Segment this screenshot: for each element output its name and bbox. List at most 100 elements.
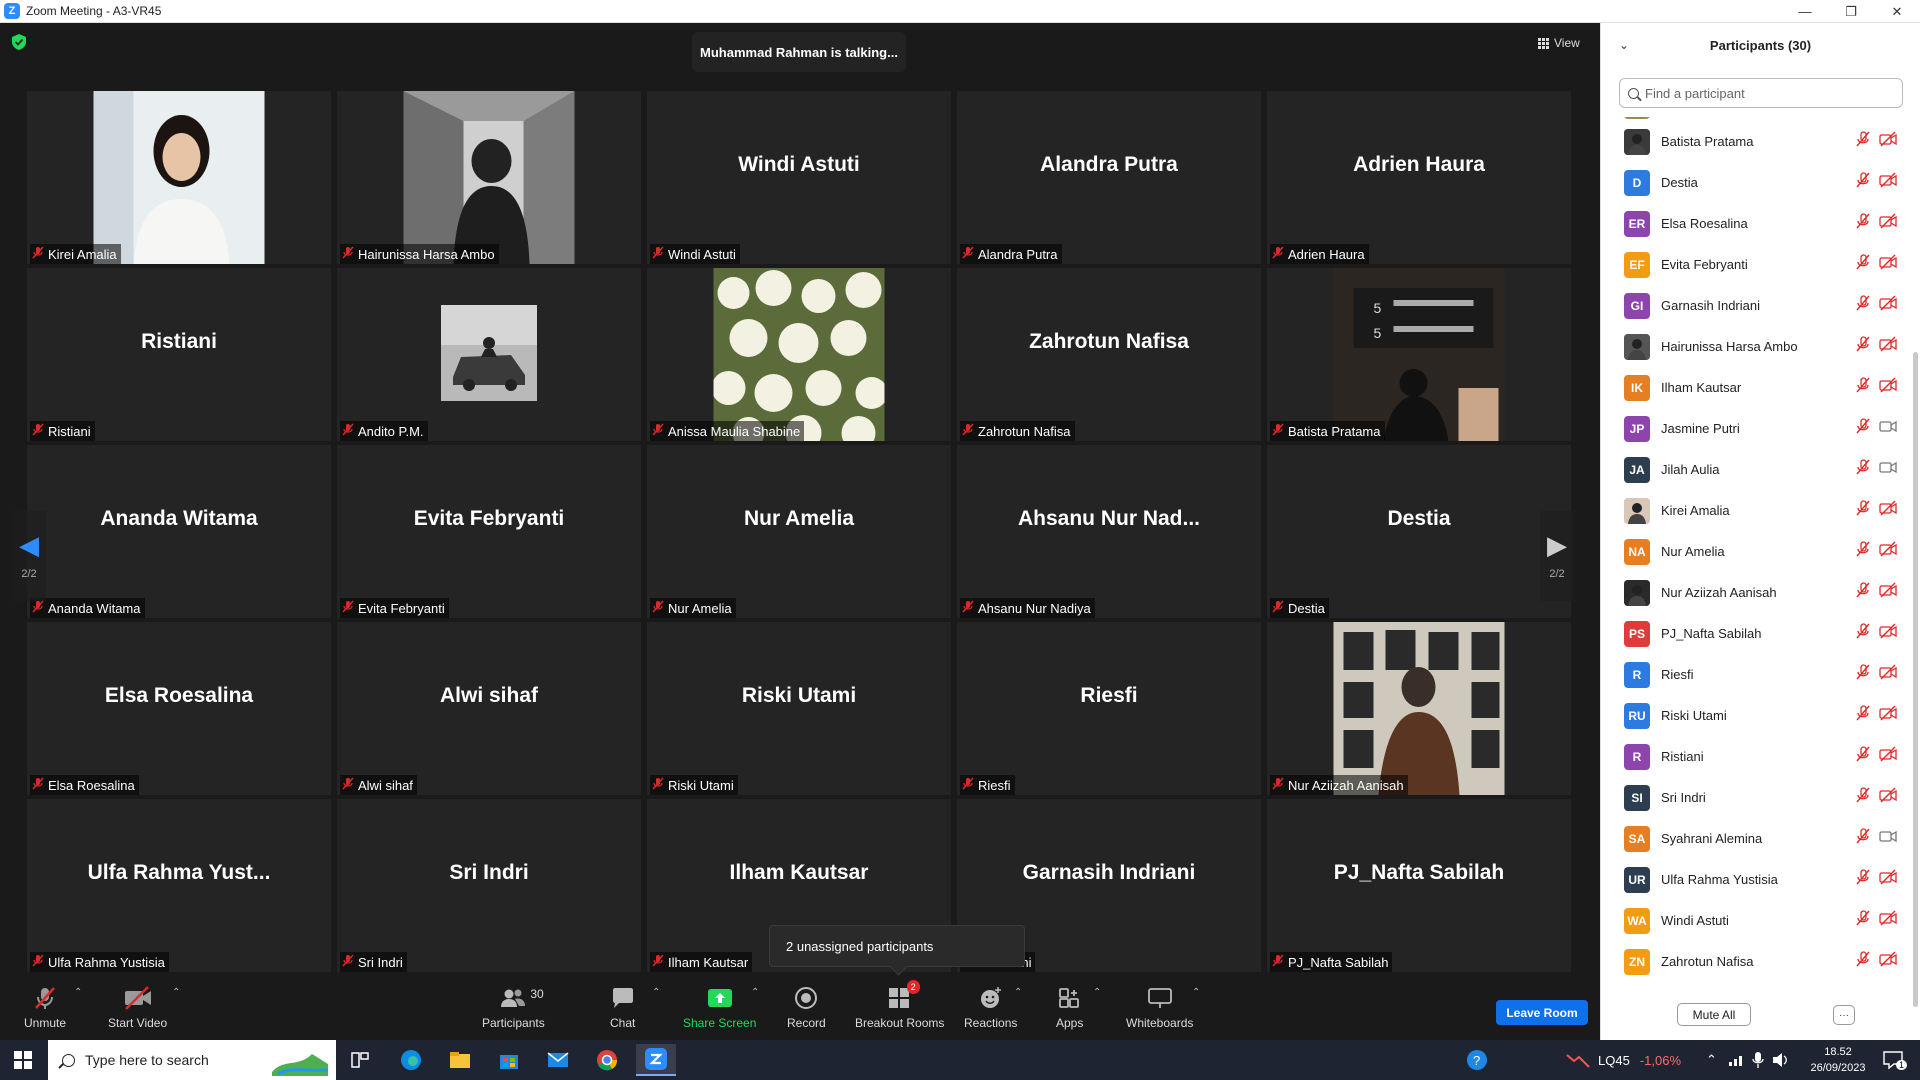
mail-icon[interactable] — [538, 1044, 578, 1076]
apps-options-caret[interactable]: ⌃ — [1093, 987, 1101, 998]
network-icon[interactable] — [1728, 1040, 1746, 1080]
microphone-tray-icon[interactable] — [1752, 1040, 1764, 1080]
participant-video-tile[interactable]: Kirei Amalia — [27, 91, 331, 264]
participant-row[interactable]: IK Ilham Kautsar — [1601, 367, 1911, 408]
mic-muted-icon[interactable] — [1855, 623, 1871, 644]
participant-video-tile[interactable]: Anissa Maulia Shabine — [647, 268, 951, 441]
taskbar-clock[interactable]: 18.52 26/09/2023 — [1800, 1044, 1876, 1076]
video-off-icon[interactable] — [1879, 213, 1897, 234]
mic-muted-icon[interactable] — [1855, 582, 1871, 603]
participant-row[interactable]: D Destia — [1601, 162, 1911, 203]
participant-row[interactable]: JP Jasmine Putri — [1601, 408, 1911, 449]
participant-list-scrollbar[interactable] — [1911, 117, 1919, 1015]
reactions-options-caret[interactable]: ⌃ — [1014, 987, 1022, 998]
share-screen-button[interactable]: Share Screen — [683, 985, 756, 1030]
video-off-icon[interactable] — [1879, 541, 1897, 562]
video-off-icon[interactable] — [1879, 336, 1897, 357]
minimize-icon[interactable]: — — [1782, 0, 1828, 23]
participant-video-tile[interactable]: Hairunissa Harsa Ambo — [337, 91, 641, 264]
participant-video-tile[interactable]: Ahsanu Nur Nad... Ahsanu Nur Nadiya — [957, 445, 1261, 618]
mic-muted-icon[interactable] — [1855, 787, 1871, 808]
file-explorer-icon[interactable] — [440, 1044, 480, 1076]
chrome-browser-icon[interactable] — [587, 1044, 627, 1076]
more-options-button[interactable]: ··· — [1833, 1005, 1855, 1025]
participant-row[interactable]: Nur Aziizah Aanisah — [1601, 572, 1911, 613]
participant-row[interactable]: R Ristiani — [1601, 736, 1911, 777]
scrollbar-thumb[interactable] — [1913, 352, 1918, 1007]
leave-room-button[interactable]: Leave Room — [1496, 1000, 1588, 1025]
mic-muted-icon[interactable] — [1855, 459, 1871, 480]
whiteboards-options-caret[interactable]: ⌃ — [1192, 987, 1200, 998]
task-view-icon[interactable] — [340, 1044, 380, 1076]
participant-video-tile[interactable]: Riski Utami Riski Utami — [647, 622, 951, 795]
mic-muted-icon[interactable] — [1855, 541, 1871, 562]
participant-video-tile[interactable]: Evita Febryanti Evita Febryanti — [337, 445, 641, 618]
stock-widget[interactable]: LQ45 -1,06% — [1598, 1040, 1681, 1080]
participant-row[interactable]: UR Ulfa Rahma Yustisia — [1601, 859, 1911, 900]
video-options-caret[interactable]: ⌃ — [172, 987, 180, 998]
participant-row[interactable]: PS PJ_Nafta Sabilah — [1601, 613, 1911, 654]
participant-search-input[interactable]: Find a participant — [1619, 78, 1903, 108]
participant-video-tile[interactable]: Andito P.M. — [337, 268, 641, 441]
video-off-icon[interactable] — [1879, 746, 1897, 767]
help-icon[interactable]: ? — [1466, 1040, 1488, 1080]
mic-muted-icon[interactable] — [1855, 705, 1871, 726]
participant-video-tile[interactable]: Sri Indri Sri Indri — [337, 799, 641, 972]
mic-muted-icon[interactable] — [1855, 213, 1871, 234]
participant-video-tile[interactable]: Alwi sihaf Alwi sihaf — [337, 622, 641, 795]
participant-video-tile[interactable]: Riesfi Riesfi — [957, 622, 1261, 795]
chat-options-caret[interactable]: ⌃ — [652, 987, 660, 998]
participant-row[interactable]: GI Garnasih Indriani — [1601, 285, 1911, 326]
video-off-icon[interactable] — [1879, 295, 1897, 316]
close-icon[interactable]: ✕ — [1874, 0, 1920, 23]
mic-muted-icon[interactable] — [1855, 336, 1871, 357]
mic-muted-icon[interactable] — [1855, 295, 1871, 316]
show-hidden-icons-chevron-icon[interactable]: ⌃ — [1706, 1040, 1717, 1080]
collapse-panel-chevron-icon[interactable]: ⌄ — [1619, 38, 1629, 52]
restore-icon[interactable]: ❐ — [1828, 0, 1874, 23]
volume-icon[interactable] — [1772, 1040, 1790, 1080]
breakout-rooms-button[interactable]: 2 Breakout Rooms — [855, 980, 944, 1030]
participant-video-tile[interactable]: Ristiani Ristiani — [27, 268, 331, 441]
participants-button[interactable]: 30 Participants — [482, 985, 545, 1030]
participant-row[interactable]: R Riesfi — [1601, 654, 1911, 695]
edge-browser-icon[interactable] — [391, 1044, 431, 1076]
participant-row[interactable]: WA Windi Astuti — [1601, 900, 1911, 941]
unmute-button[interactable]: Unmute — [24, 985, 66, 1030]
video-camera-icon[interactable] — [1879, 828, 1897, 849]
mic-muted-icon[interactable] — [1855, 418, 1871, 439]
microsoft-store-icon[interactable] — [489, 1044, 529, 1076]
video-off-icon[interactable] — [1879, 172, 1897, 193]
participant-video-tile[interactable]: Nur Amelia Nur Amelia — [647, 445, 951, 618]
participant-video-tile[interactable]: Elsa Roesalina Elsa Roesalina — [27, 622, 331, 795]
mic-muted-icon[interactable] — [1855, 746, 1871, 767]
participant-row[interactable]: NA Nur Amelia — [1601, 531, 1911, 572]
notification-center-icon[interactable]: 1 — [1882, 1040, 1908, 1080]
participant-video-tile[interactable]: Ulfa Rahma Yust... Ulfa Rahma Yustisia — [27, 799, 331, 972]
mute-all-button[interactable]: Mute All — [1677, 1003, 1751, 1026]
video-off-icon[interactable] — [1879, 582, 1897, 603]
next-page-button[interactable]: ▶ 2/2 — [1540, 511, 1574, 601]
participant-video-tile[interactable]: Nur Aziizah Aanisah — [1267, 622, 1571, 795]
participant-video-tile[interactable]: Alandra Putra Alandra Putra — [957, 91, 1261, 264]
previous-page-button[interactable]: ◀ 2/2 — [12, 511, 46, 601]
video-off-icon[interactable] — [1879, 377, 1897, 398]
participant-row[interactable]: ER Elsa Roesalina — [1601, 203, 1911, 244]
participant-row[interactable]: SI Sri Indri — [1601, 777, 1911, 818]
participant-video-tile[interactable]: Windi Astuti Windi Astuti — [647, 91, 951, 264]
mic-muted-icon[interactable] — [1855, 377, 1871, 398]
participant-row[interactable]: Hairunissa Harsa Ambo — [1601, 326, 1911, 367]
whiteboards-button[interactable]: Whiteboards — [1126, 985, 1193, 1030]
audio-options-caret[interactable]: ⌃ — [74, 987, 82, 998]
mic-muted-icon[interactable] — [1855, 828, 1871, 849]
share-options-caret[interactable]: ⌃ — [751, 987, 759, 998]
taskbar-search-box[interactable]: Type here to search — [48, 1040, 336, 1080]
participant-video-tile[interactable]: PJ_Nafta Sabilah PJ_Nafta Sabilah — [1267, 799, 1571, 972]
video-off-icon[interactable] — [1879, 910, 1897, 931]
participant-row[interactable]: Kirei Amalia — [1601, 490, 1911, 531]
mic-muted-icon[interactable] — [1855, 500, 1871, 521]
video-off-icon[interactable] — [1879, 664, 1897, 685]
video-off-icon[interactable] — [1879, 131, 1897, 152]
mic-muted-icon[interactable] — [1855, 951, 1871, 972]
chat-button[interactable]: Chat — [610, 985, 635, 1030]
